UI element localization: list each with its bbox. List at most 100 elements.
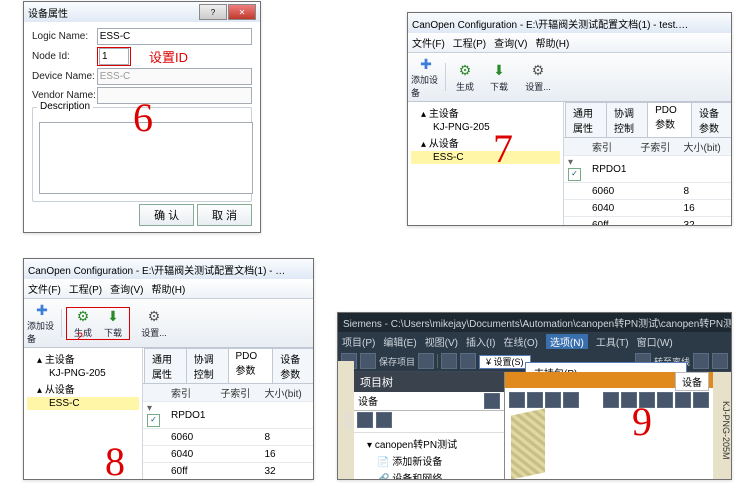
pdo-checkbox[interactable] <box>568 168 581 181</box>
pdo-row[interactable]: 60608 <box>143 429 313 446</box>
plus-icon: ✚ <box>33 301 51 319</box>
tabs-7: 通用属性 协调控制 PDO 参数 设备参数 <box>565 102 731 137</box>
menu-options-active[interactable]: 选项(N) <box>546 334 588 349</box>
pdo-row[interactable]: 60ff32 <box>143 463 313 480</box>
ok-button[interactable]: 确 认 <box>139 204 194 226</box>
gear-green-icon: ⚙ <box>456 62 474 80</box>
title-bar: 设备属性 ? ✕ <box>24 2 260 22</box>
gear-icon: ⚙ <box>529 62 547 80</box>
toolbar-7: ✚添加设备 ⚙生成 ⬇下载 ⚙设置... <box>408 53 731 102</box>
save-icon[interactable] <box>418 353 434 369</box>
download-icon: ⬇ <box>104 308 122 326</box>
annotation-8: 8 <box>105 442 125 482</box>
settings-btn[interactable]: ¥ 设置(S) <box>479 355 531 369</box>
window-title-7: CanOpen Configuration - E:\开辐阀关测试配置文档(1)… <box>412 16 692 31</box>
right-vertical-tab[interactable]: KJ-PNG-205M <box>713 372 731 480</box>
t1-icon[interactable] <box>693 353 709 369</box>
tab-general[interactable]: 通用属性 <box>565 102 607 137</box>
menu-file[interactable]: 文件(F) <box>412 35 445 50</box>
menu-bar-7: 文件(F) 工程(P) 查询(V) 帮助(H) <box>408 33 731 53</box>
cancel-button[interactable]: 取 消 <box>197 204 252 226</box>
pdo-row[interactable]: 60608 <box>564 183 731 200</box>
project-tree-title: 项目树 <box>354 372 504 392</box>
download-icon: ⬇ <box>490 62 508 80</box>
tia-title: Siemens - C:\Users\mikejay\Documents\Aut… <box>338 313 731 332</box>
slave-node[interactable]: ▴ 从设备 <box>411 134 560 151</box>
gear-icon: ⚙ <box>145 308 163 326</box>
c-icon[interactable] <box>545 392 561 408</box>
title-bar-8: CanOpen Configuration - E:\开辐阀关测试配置文档(1)… <box>24 259 313 279</box>
logic-name-input[interactable] <box>97 28 252 45</box>
tb-set-8[interactable]: ⚙设置... <box>134 308 174 339</box>
annotation-set-id: 设置ID <box>149 47 188 66</box>
device-tree-7: ▴ 主设备 KJ-PNG-205 ▴ 从设备 ESS-C <box>408 102 563 166</box>
open-icon[interactable] <box>360 353 376 369</box>
pdo-row[interactable]: 604016 <box>564 200 731 217</box>
master-item[interactable]: KJ-PNG-205 <box>411 121 560 134</box>
node-id-input[interactable] <box>99 48 129 65</box>
tree-collapse-icon[interactable] <box>484 393 500 409</box>
h-icon[interactable] <box>657 392 673 408</box>
tb-add[interactable]: ✚添加设备 <box>411 55 441 99</box>
device-name-input[interactable] <box>97 68 252 85</box>
window-title: 设备属性 <box>28 5 68 20</box>
tb-gen[interactable]: ⚙生成 <box>450 62 480 93</box>
tb-set[interactable]: ⚙设置... <box>518 62 558 93</box>
cut-icon[interactable] <box>441 353 457 369</box>
save-project[interactable]: 保存项目 <box>379 355 415 368</box>
tb-down[interactable]: ⬇下载 <box>484 62 514 93</box>
toolbar-8: ✚添加设备 ⚙生成 ⬇下载 ⚙设置... <box>24 299 313 348</box>
d-icon[interactable] <box>563 392 579 408</box>
help-btn[interactable]: ? <box>199 4 227 20</box>
annotation-2: 2 <box>77 331 83 343</box>
i-icon[interactable] <box>675 392 691 408</box>
device-name-label: Device Name: <box>32 71 97 82</box>
pdo-row[interactable]: 60ff32 <box>564 217 731 227</box>
window-title-8: CanOpen Configuration - E:\开辐阀关测试配置文档(1)… <box>28 262 288 277</box>
t2-icon[interactable] <box>712 353 728 369</box>
device-tree-8: ▴ 主设备 KJ-PNG-205 ▴ 从设备 ESS-C <box>24 348 142 412</box>
menu-view[interactable]: 查询(V) <box>494 35 527 50</box>
vendor-name-input[interactable] <box>97 87 252 104</box>
slave-item[interactable]: ESS-C <box>411 151 560 164</box>
left-vertical-tab[interactable]: 启动 <box>338 361 354 479</box>
tab-devparam[interactable]: 设备参数 <box>691 102 732 137</box>
tree-root[interactable]: ▾ canopen转PN测试 <box>357 435 501 452</box>
grid-icon[interactable] <box>357 412 373 428</box>
pdo-row[interactable]: ▸RPDO2 <box>143 480 313 481</box>
tree-add-device[interactable]: 📄 添加新设备 <box>357 452 501 469</box>
panel-8-canopen-config: CanOpen Configuration - E:\开辐阀关测试配置文档(1)… <box>23 258 314 480</box>
pdo-row[interactable]: ▾RPDO1 <box>143 402 313 429</box>
tree-dev-net[interactable]: 🔗 设备和网络 <box>357 469 501 480</box>
description-label: Description <box>37 101 93 112</box>
annotation-7: 7 <box>493 129 513 169</box>
menu-proj[interactable]: 工程(P) <box>453 35 486 50</box>
menu-help[interactable]: 帮助(H) <box>535 35 569 50</box>
list-icon[interactable] <box>376 412 392 428</box>
b-icon[interactable] <box>527 392 543 408</box>
pdo-table-7: 索引子索引大小(bit) ▾RPDO16060860401660ff32▸RPD… <box>564 138 731 226</box>
pdo-row[interactable]: 604016 <box>143 446 313 463</box>
tb-down-8[interactable]: ⬇下载 <box>98 308 128 339</box>
close-btn[interactable]: ✕ <box>228 4 256 20</box>
gear-green-icon: ⚙ <box>74 308 92 326</box>
pdo-checkbox[interactable] <box>147 414 160 427</box>
e-icon[interactable] <box>603 392 619 408</box>
device-tab[interactable]: 设备 <box>675 372 709 391</box>
tb-add-8[interactable]: ✚添加设备 <box>27 301 57 345</box>
j-icon[interactable] <box>693 392 709 408</box>
master-node[interactable]: ▴ 主设备 <box>411 104 560 121</box>
copy-icon[interactable] <box>460 353 476 369</box>
pdo-row[interactable]: ▾RPDO1 <box>564 156 731 183</box>
tab-devices[interactable]: 设备 <box>358 393 378 409</box>
a-icon[interactable] <box>509 392 525 408</box>
logic-name-label: Logic Name: <box>32 31 97 42</box>
panel-7-canopen-config: CanOpen Configuration - E:\开辐阀关测试配置文档(1)… <box>407 12 732 226</box>
pdo-table-8: 索引子索引大小(bit) ▾RPDO16060860401660ff32▸RPD… <box>143 384 313 480</box>
tab-coord[interactable]: 协调控制 <box>606 102 648 137</box>
device-graphic <box>511 408 545 479</box>
node-id-label: Node Id: <box>32 51 97 62</box>
tab-pdo[interactable]: PDO 参数 <box>647 102 692 137</box>
tabs-8: 通用属性 协调控制 PDO 参数 设备参数 <box>144 348 313 383</box>
plus-icon: ✚ <box>417 55 435 73</box>
